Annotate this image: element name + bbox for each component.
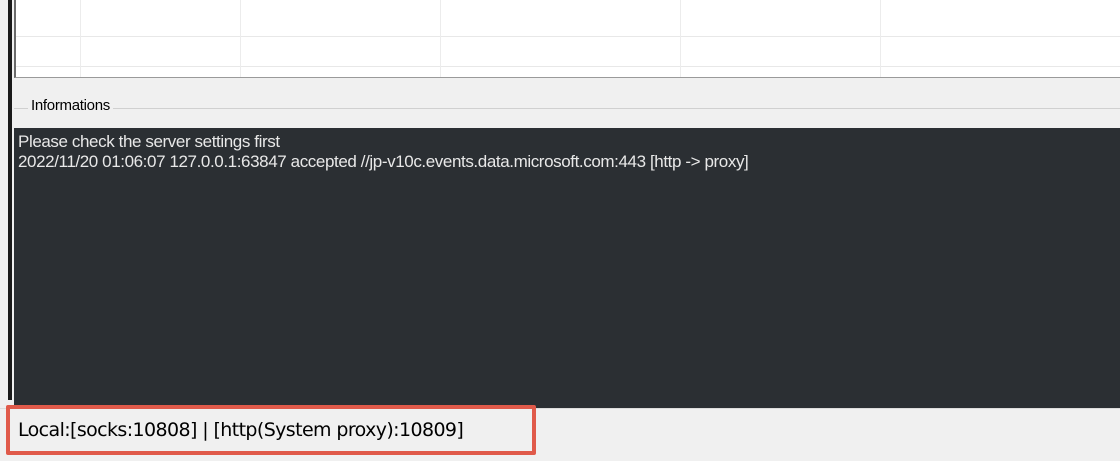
grid-column-line [440,0,441,77]
grid-row-line [16,36,1120,37]
main-window: Informations Please check the server set… [0,0,1120,461]
log-line: 2022/11/20 01:06:07 127.0.0.1:63847 acce… [18,152,749,171]
status-local-ports: Local:[socks:10808] | [http(System proxy… [18,419,464,441]
server-list-grid[interactable] [14,0,1120,78]
grid-column-line [680,0,681,77]
grid-column-line [240,0,241,77]
grid-row-line [16,66,1120,67]
log-console[interactable]: Please check the server settings first 2… [14,128,1120,408]
informations-title: Informations [28,97,113,114]
log-line: Please check the server settings first [18,132,280,151]
window-left-edge [8,0,12,400]
grid-column-line [880,0,881,77]
grid-column-line [80,0,81,77]
